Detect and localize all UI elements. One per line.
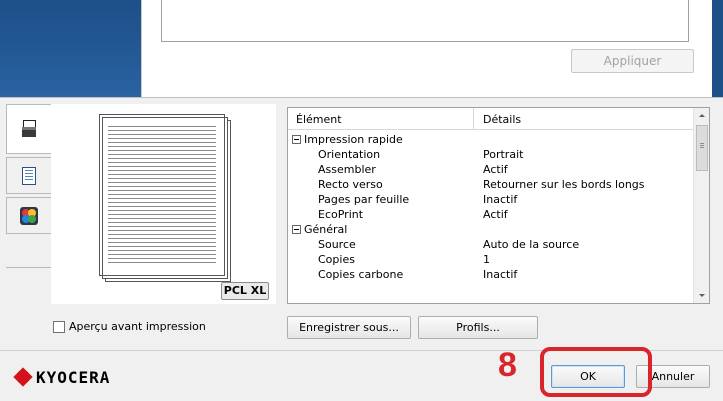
setting-row[interactable]: Orientation Portrait <box>288 148 693 163</box>
tab-document[interactable] <box>6 157 51 194</box>
group-label: Impression rapide <box>304 133 403 146</box>
description-textarea[interactable] <box>161 0 689 42</box>
setting-value: Inactif <box>483 193 518 206</box>
setting-row[interactable]: Recto verso Retourner sur les bords longs <box>288 178 693 193</box>
tab-divider <box>6 267 51 268</box>
side-tabs <box>6 104 51 237</box>
setting-name: Recto verso <box>318 178 383 191</box>
top-panel: Appliquer <box>141 0 712 97</box>
collapse-icon[interactable] <box>292 225 301 234</box>
preview-checkbox-row[interactable]: Aperçu avant impression <box>53 320 206 333</box>
setting-value: Actif <box>483 208 508 221</box>
setting-name: Copies <box>318 253 355 266</box>
column-header-details[interactable]: Détails <box>483 113 521 126</box>
apply-button[interactable]: Appliquer <box>571 49 694 73</box>
save-as-button[interactable]: Enregistrer sous... <box>287 316 411 339</box>
setting-value: Retourner sur les bords longs <box>483 178 645 191</box>
setting-row[interactable]: EcoPrint Actif <box>288 208 693 223</box>
page-preview: PCL XL <box>51 104 276 304</box>
document-icon <box>22 166 36 185</box>
setting-row[interactable]: Assembler Actif <box>288 163 693 178</box>
group-row[interactable]: Impression rapide <box>288 133 693 148</box>
setting-value: 1 <box>483 253 490 266</box>
kyocera-logo-icon <box>13 367 33 387</box>
setting-name: Source <box>318 238 356 251</box>
window-background-left <box>0 0 141 97</box>
group-label: Général <box>304 223 348 236</box>
setting-value: Auto de la source <box>483 238 580 251</box>
setting-name: Orientation <box>318 148 381 161</box>
list-header: Élément Détails <box>288 108 693 130</box>
preview-checkbox[interactable] <box>53 320 65 333</box>
setting-row[interactable]: Pages par feuille Inactif <box>288 193 693 208</box>
setting-value: Inactif <box>483 268 518 281</box>
profiles-button[interactable]: Profils... <box>418 316 538 339</box>
scroll-thumb[interactable] <box>696 125 708 171</box>
setting-name: EcoPrint <box>318 208 364 221</box>
column-header-item[interactable]: Élément <box>296 113 342 126</box>
preview-checkbox-label: Aperçu avant impression <box>69 320 206 333</box>
setting-name: Assembler <box>318 163 376 176</box>
scroll-down-icon[interactable] <box>694 288 709 303</box>
ok-highlight-ring <box>540 347 652 397</box>
setting-row[interactable]: Copies 1 <box>288 253 693 268</box>
setting-row[interactable]: Source Auto de la source <box>288 238 693 253</box>
setting-name: Copies carbone <box>318 268 404 281</box>
group-row[interactable]: Général <box>288 223 693 238</box>
vertical-scrollbar[interactable] <box>693 108 709 303</box>
divider <box>0 97 723 98</box>
pdl-badge: PCL XL <box>221 282 269 300</box>
tab-quick-print[interactable] <box>6 104 51 154</box>
color-icon <box>20 206 38 225</box>
brand-name: KYOCERA <box>36 368 111 387</box>
window-background-right <box>712 0 723 97</box>
tab-color[interactable] <box>6 197 51 234</box>
step-number: 8 <box>498 346 517 384</box>
kyocera-logo: KYOCERA <box>13 367 111 387</box>
setting-row[interactable]: Copies carbone Inactif <box>288 268 693 283</box>
scroll-up-icon[interactable] <box>694 108 709 123</box>
setting-name: Pages par feuille <box>318 193 410 206</box>
setting-value: Actif <box>483 163 508 176</box>
printer-icon <box>22 120 36 138</box>
setting-value: Portrait <box>483 148 524 161</box>
collapse-icon[interactable] <box>292 135 301 144</box>
settings-details-list[interactable]: Élément Détails Impression rapide Orienta… <box>287 107 710 304</box>
